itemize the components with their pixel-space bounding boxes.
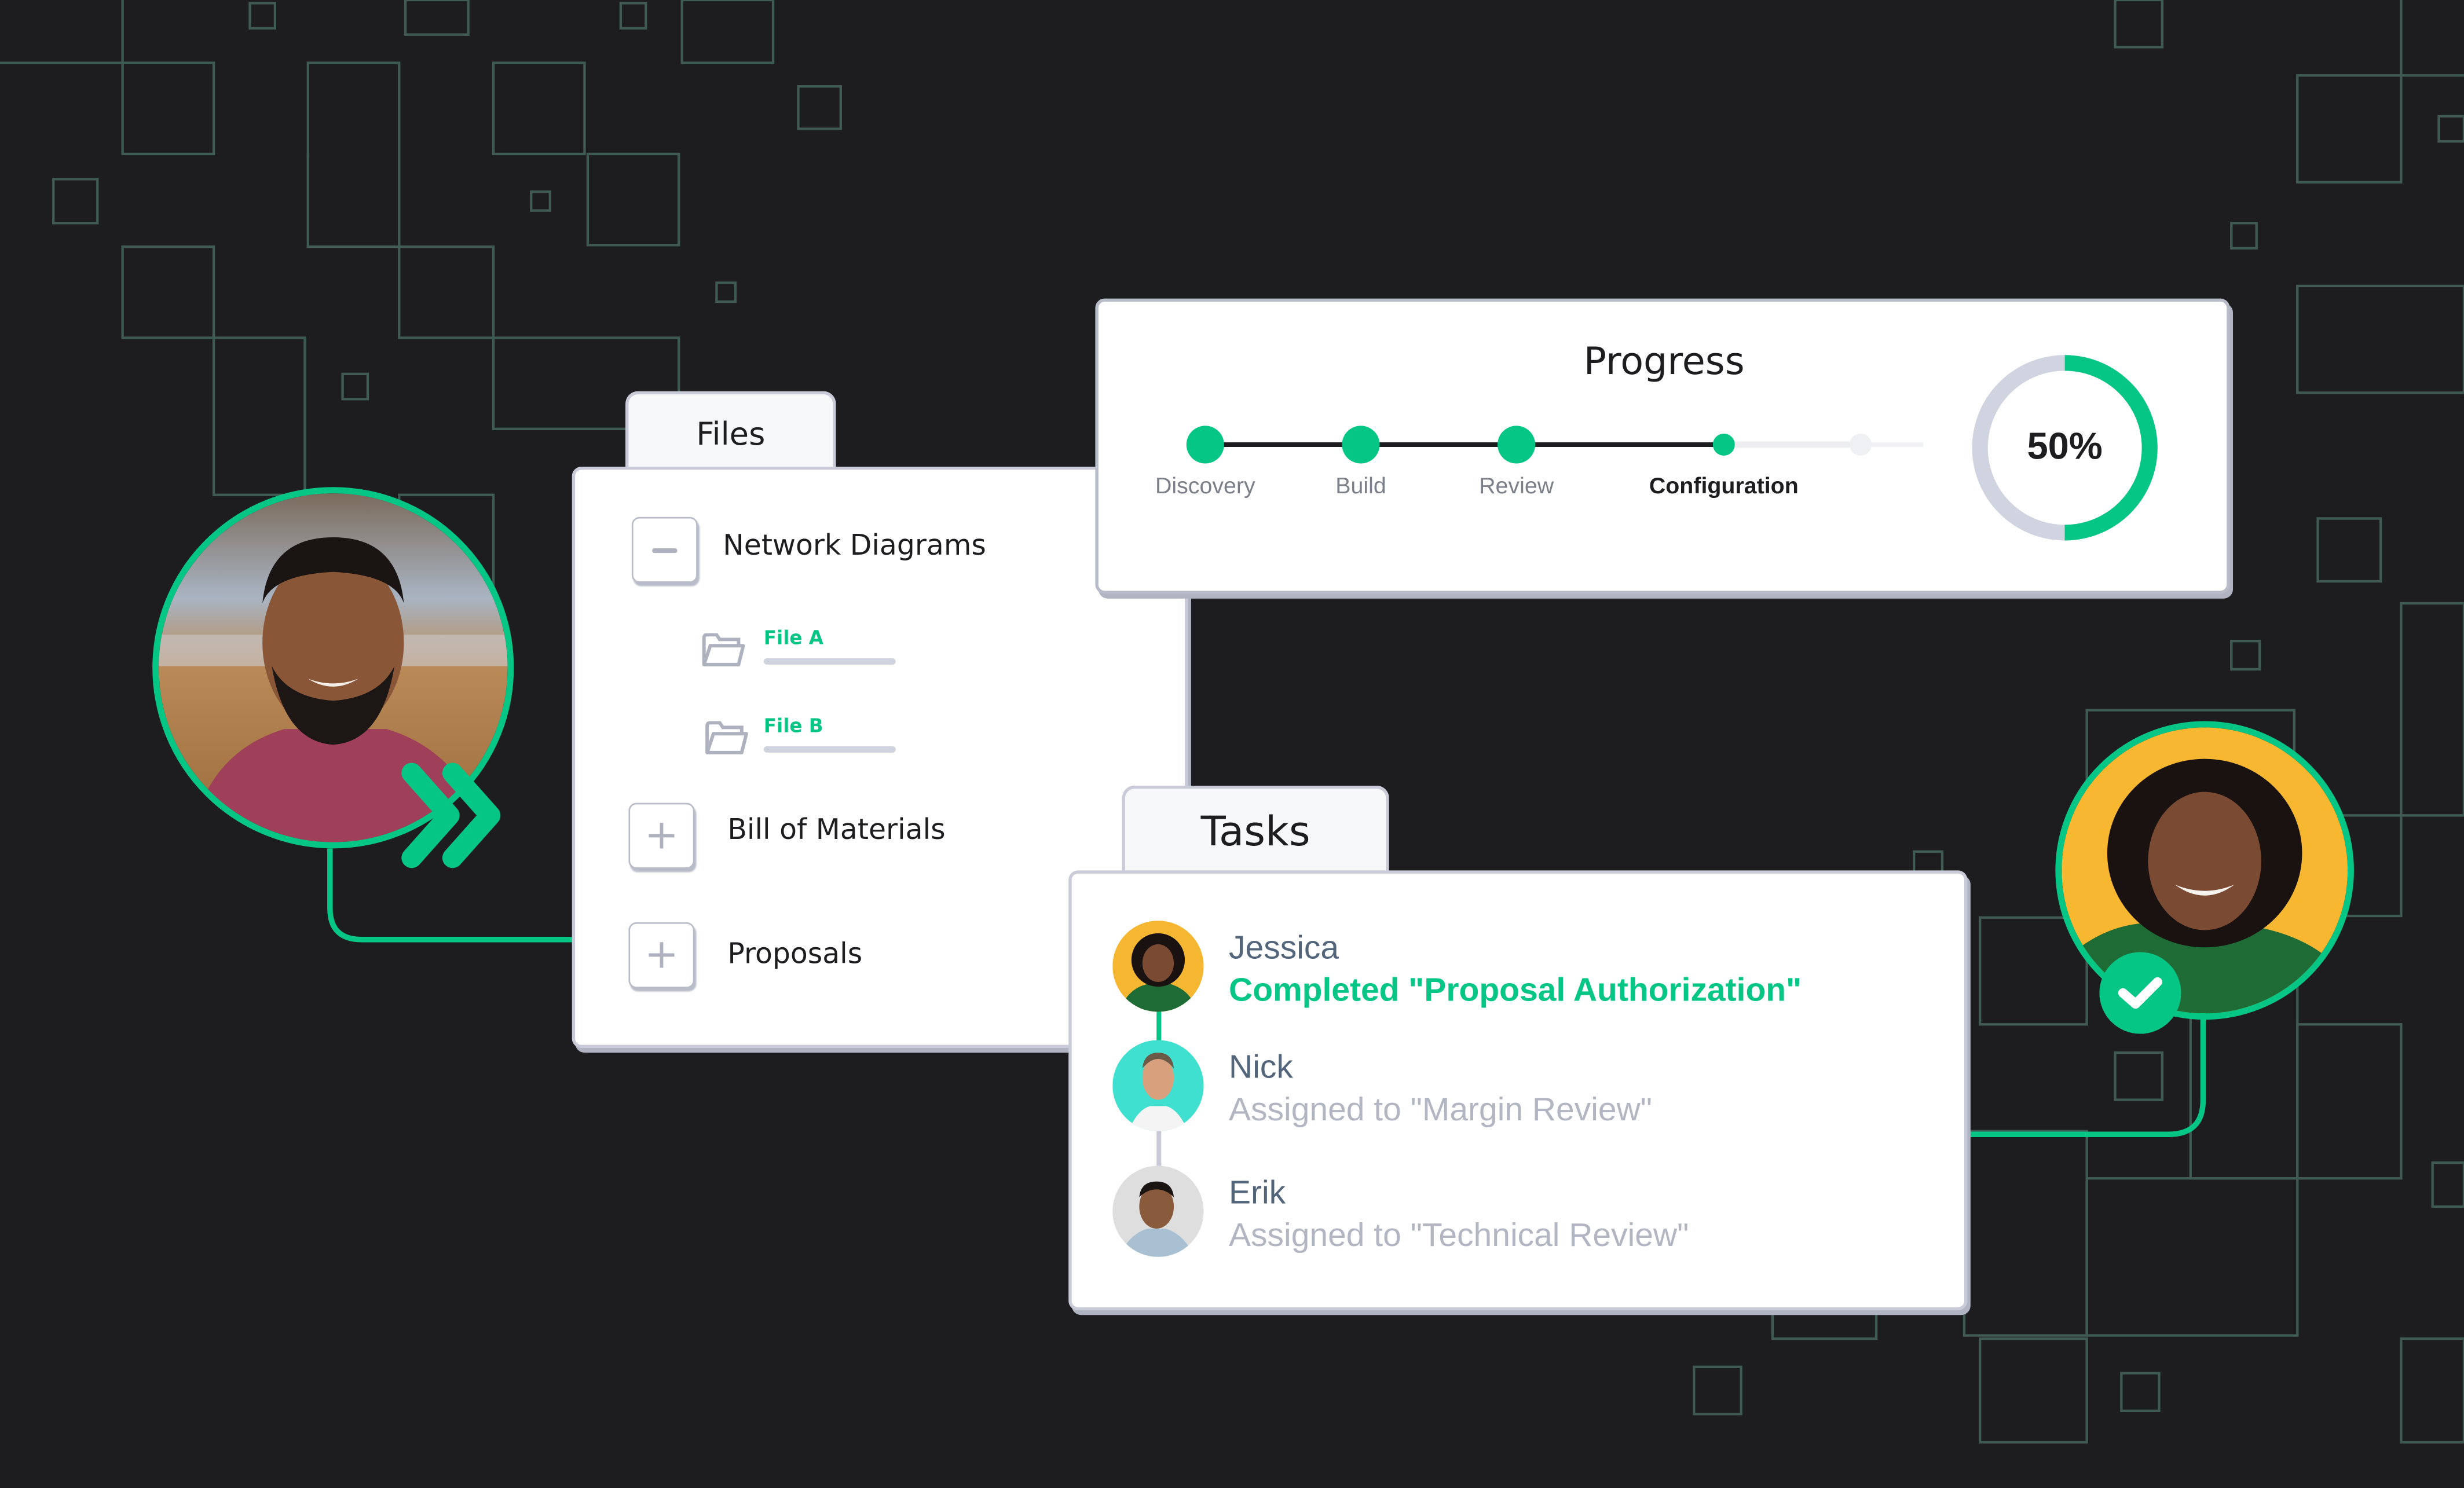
plus-icon: + [644, 812, 679, 860]
task-item[interactable]: Erik Assigned to "Technical Review" [1112, 1166, 1689, 1257]
expand-bill-of-materials-button[interactable]: + [628, 802, 695, 869]
timeline-connector-pending [1156, 1128, 1162, 1166]
task-item[interactable]: Nick Assigned to "Margin Review" [1112, 1040, 1652, 1131]
task-assignee: Jessica [1229, 930, 1339, 966]
file-bar [763, 658, 896, 665]
task-status: Completed "Proposal Authorization" [1229, 972, 1802, 1009]
folder-open-icon [702, 633, 745, 666]
tab-files[interactable]: Files [625, 391, 836, 473]
step-label-discovery: Discovery [1155, 474, 1255, 500]
step-dot-discovery[interactable] [1186, 426, 1224, 464]
file-bar [763, 746, 896, 753]
task-status: Assigned to "Technical Review" [1229, 1218, 1689, 1254]
plus-icon: + [644, 932, 679, 979]
step-dot-configuration[interactable] [1712, 433, 1735, 456]
avatar-erik [1112, 1166, 1204, 1257]
person-photo-woman [2062, 727, 2348, 1014]
check-icon [2118, 977, 2162, 1009]
step-dot-review[interactable] [1498, 426, 1536, 464]
expand-proposals-button[interactable]: + [628, 922, 695, 988]
step-label-build: Build [1335, 474, 1386, 500]
avatar-jessica [1112, 921, 1204, 1012]
hero-illustration: Files Network Diagrams File A File B + B… [0, 0, 2464, 1488]
file-item-a[interactable]: File A [701, 626, 896, 668]
tasks-tab-label: Tasks [1200, 809, 1310, 856]
task-status: Assigned to "Margin Review" [1229, 1091, 1653, 1128]
step-label-review: Review [1479, 474, 1554, 500]
file-name: File B [763, 714, 823, 737]
approver-avatar [2055, 721, 2354, 1020]
avatar-nick [1112, 1040, 1204, 1131]
progress-percent: 50% [2027, 426, 2103, 468]
step-dot-next[interactable] [1849, 433, 1872, 456]
double-chevron-right-icon [401, 763, 501, 868]
progress-ring: 50% [1966, 349, 2164, 547]
folder-open-icon [705, 721, 748, 754]
approved-badge [2099, 952, 2181, 1034]
task-item[interactable]: Jessica Completed "Proposal Authorizatio… [1112, 921, 1802, 1012]
task-assignee: Nick [1229, 1049, 1293, 1086]
progress-panel: Progress Discovery Build Review Configurati… [1095, 298, 2230, 594]
folder-label-bill-of-materials[interactable]: Bill of Materials [727, 814, 945, 847]
files-tab-label: Files [696, 415, 766, 453]
file-item-b[interactable]: File B [704, 715, 896, 756]
collapse-network-diagrams-button[interactable] [631, 516, 698, 583]
step-label-configuration: Configuration [1649, 474, 1799, 500]
folder-label-proposals[interactable]: Proposals [727, 938, 862, 971]
folder-label-network-diagrams[interactable]: Network Diagrams [723, 529, 986, 562]
step-dot-build[interactable] [1342, 426, 1380, 464]
file-name: File A [763, 626, 824, 649]
tab-tasks[interactable]: Tasks [1122, 785, 1389, 877]
tasks-panel: Jessica Completed "Proposal Authorizatio… [1068, 870, 1968, 1311]
task-assignee: Erik [1229, 1175, 1286, 1212]
minus-icon [652, 547, 678, 552]
